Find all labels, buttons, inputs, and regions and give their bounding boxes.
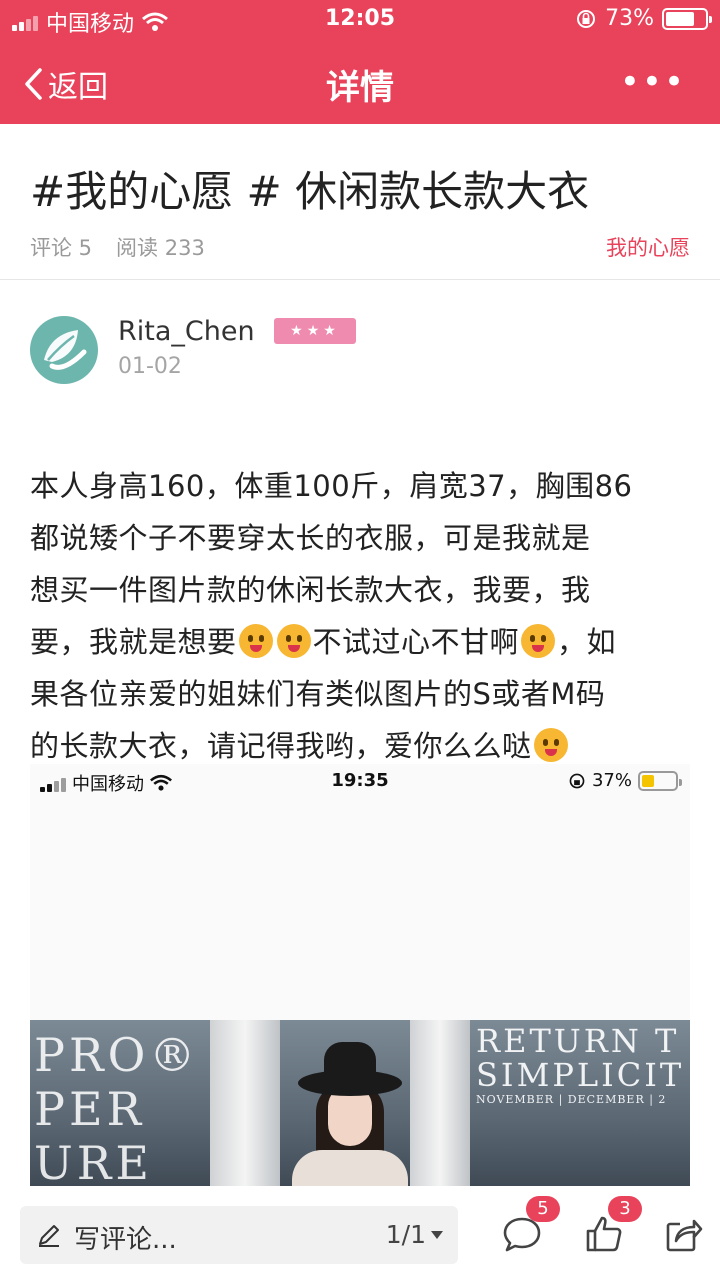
battery-icon bbox=[662, 7, 712, 30]
share-button[interactable] bbox=[664, 1214, 704, 1254]
caret-down-icon bbox=[431, 1230, 443, 1239]
body-line: 要，我就是想要 不试过心不甘啊 ，如 bbox=[30, 616, 694, 668]
lock-rotation-icon bbox=[569, 773, 585, 788]
top-bar: 中国移动 12:05 73% 返回 详情 ••• bbox=[0, 0, 720, 124]
laughing-emoji-icon bbox=[521, 624, 556, 658]
level-badge: ★★★ bbox=[274, 318, 356, 344]
status-bar: 中国移动 12:05 73% bbox=[0, 0, 720, 40]
read-count-label: 阅读 233 bbox=[116, 236, 205, 260]
topic-tag-link[interactable]: 我的心愿 bbox=[606, 232, 690, 262]
post-body: 本人身高160，体重100斤，肩宽37，胸围86 都说矮个子不要穿太长的衣服，可… bbox=[30, 460, 694, 772]
comment-button[interactable]: 5 bbox=[502, 1196, 560, 1254]
page-title: 详情 bbox=[326, 68, 394, 108]
more-options-button[interactable]: ••• bbox=[620, 62, 686, 102]
storefront-sign-left: PRO® PER URE bbox=[34, 1028, 199, 1186]
body-line: 想买一件图片款的休闲长款大衣，我要，我 bbox=[30, 573, 591, 607]
image-status-bar: 中国移动 19:35 37% bbox=[30, 764, 690, 800]
avatar[interactable] bbox=[30, 316, 98, 384]
navigation-bar: 返回 详情 ••• bbox=[0, 40, 720, 124]
sign-left-line: URE bbox=[34, 1136, 153, 1186]
like-button[interactable]: 3 bbox=[584, 1196, 642, 1254]
tongue-emoji-icon bbox=[238, 624, 273, 658]
body-text: 不试过心不甘啊 bbox=[312, 625, 520, 659]
back-chevron-icon bbox=[25, 68, 42, 100]
more-dots-icon: ••• bbox=[619, 62, 686, 102]
sign-right-line: RETURN T bbox=[476, 1022, 680, 1060]
sign-left-line: PER bbox=[34, 1082, 146, 1136]
body-text: ，如 bbox=[557, 625, 617, 659]
leaf-logo-icon bbox=[44, 330, 87, 370]
lock-rotation-icon bbox=[577, 9, 596, 28]
comment-count-label: 评论 5 bbox=[30, 236, 93, 260]
post-title: #我的心愿 # 休闲款长款大衣 bbox=[30, 167, 590, 216]
back-button[interactable]: 返回 bbox=[22, 62, 108, 106]
battery-icon bbox=[638, 770, 682, 791]
body-line: 本人身高160，体重100斤，肩宽37，胸围86 bbox=[30, 469, 633, 503]
model-hat-crown bbox=[324, 1042, 376, 1082]
kiss-emoji-icon bbox=[533, 728, 568, 762]
model-coat bbox=[292, 1150, 408, 1186]
sign-left-line: PRO® bbox=[34, 1028, 200, 1082]
body-text: 要，我就是想要 bbox=[30, 625, 237, 659]
back-label: 返回 bbox=[48, 70, 108, 105]
comment-input[interactable]: 写评论... 1/1 bbox=[20, 1206, 458, 1264]
comment-count-badge: 5 bbox=[526, 1196, 560, 1222]
post-date: 01-02 bbox=[118, 354, 182, 379]
sign-right-line: SIMPLICIT bbox=[476, 1056, 685, 1094]
battery-percent: 73% bbox=[605, 6, 654, 31]
bottom-bar: 写评论... 1/1 5 3 bbox=[0, 1186, 720, 1280]
comment-placeholder: 写评论... bbox=[74, 1225, 177, 1255]
body-text: 的长款大衣，请记得我哟，爱你么么哒 bbox=[30, 729, 532, 763]
body-line: 都说矮个子不要穿太长的衣服，可是我就是 bbox=[30, 521, 591, 555]
image-battery-percent: 37% bbox=[591, 770, 632, 791]
pen-icon bbox=[39, 1225, 59, 1247]
body-line: 果各位亲爱的姐妹们有类似图片的S或者M码 bbox=[30, 677, 606, 711]
tongue-emoji-icon bbox=[276, 624, 311, 658]
divider bbox=[0, 279, 720, 280]
storefront-sign-small: NOVEMBER | DECEMBER | 2 bbox=[476, 1093, 667, 1106]
page-selector[interactable]: 1/1 bbox=[386, 1220, 444, 1249]
pillar bbox=[210, 1020, 280, 1186]
post-meta: 评论 5 阅读 233 bbox=[30, 232, 205, 262]
page-indicator: 1/1 bbox=[385, 1220, 426, 1249]
storefront-sign-right: RETURN T SIMPLICIT NOVEMBER | DECEMBER | … bbox=[476, 1024, 684, 1108]
post-image[interactable]: 中国移动 19:35 37% PRO® PER URE RETURN T SIMPLI… bbox=[30, 764, 690, 1186]
pillar bbox=[410, 1020, 470, 1186]
like-count-badge: 3 bbox=[608, 1196, 642, 1222]
fashion-photo: PRO® PER URE RETURN T SIMPLICIT NOVEMBER | … bbox=[30, 1020, 690, 1186]
share-icon bbox=[666, 1219, 703, 1252]
author-name[interactable]: Rita_Chen bbox=[118, 316, 255, 347]
